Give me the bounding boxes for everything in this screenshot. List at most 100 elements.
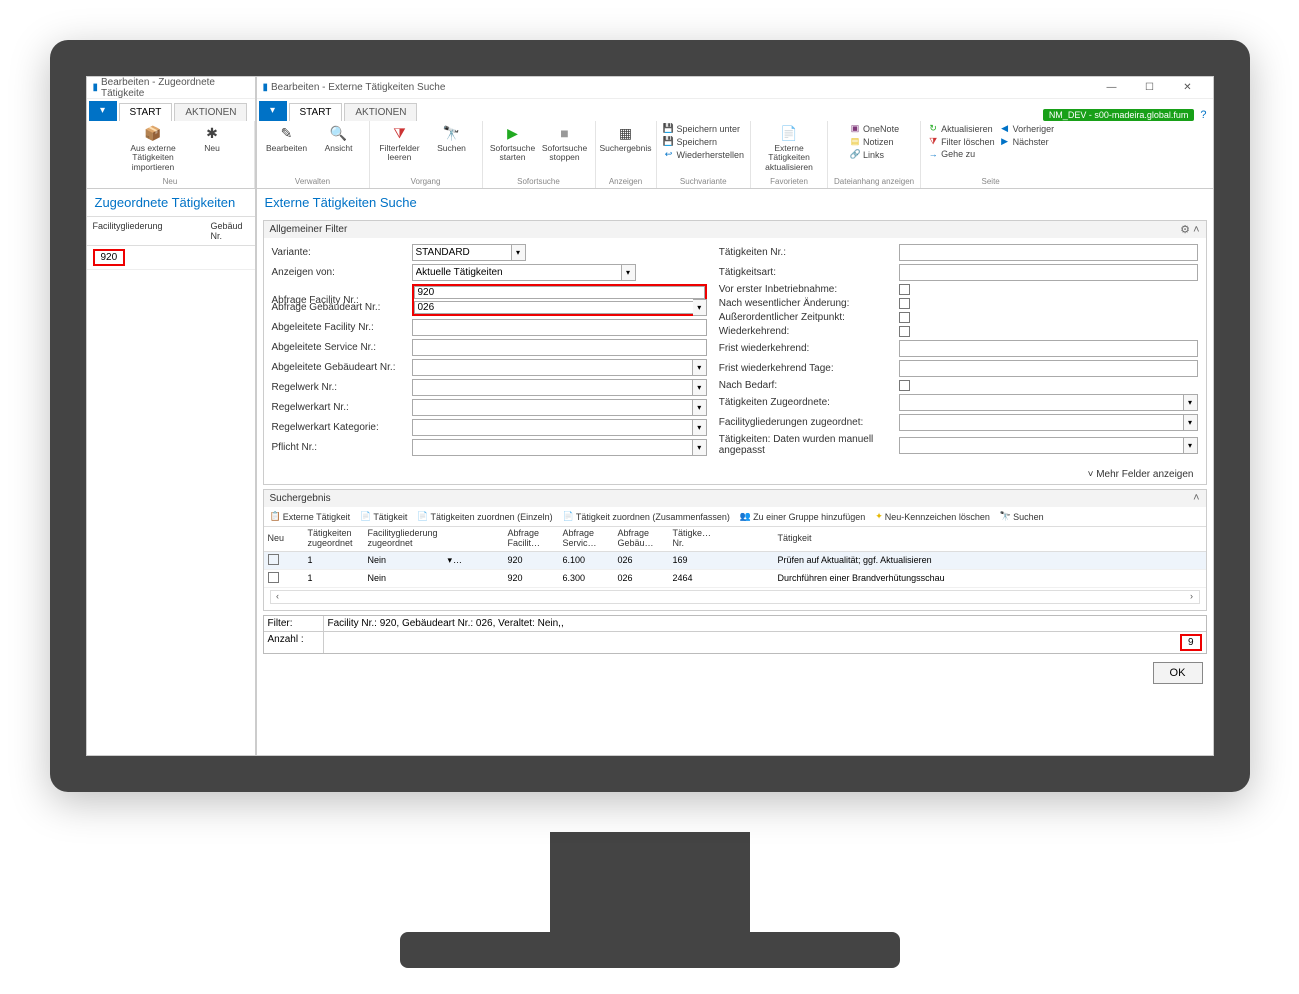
row-checkbox[interactable] (268, 572, 279, 583)
regelwerkart-kat-dropdown[interactable]: ▾ (693, 419, 707, 436)
view-button[interactable]: 🔍Ansicht (315, 123, 363, 153)
file-menu-right[interactable]: ▾ (259, 101, 287, 121)
save-as-button[interactable]: 💾Speichern unter (663, 123, 741, 134)
close-button[interactable]: ✕ (1169, 82, 1207, 93)
previous-button[interactable]: ◀Vorheriger (999, 123, 1055, 134)
add-to-group-button[interactable]: 👥Zu einer Gruppe hinzufügen (740, 511, 865, 522)
anzeigen-input[interactable] (412, 264, 622, 281)
goto-button[interactable]: →Gehe zu (927, 149, 975, 159)
abfrage-facility-input[interactable] (414, 286, 705, 299)
taetigkeit-button[interactable]: 📄Tätigkeit (360, 511, 407, 522)
regelwerk-input[interactable] (412, 379, 693, 396)
regelwerkart-input[interactable] (412, 399, 693, 416)
more-fields-toggle[interactable]: ˅ Mehr Felder anzeigen (264, 465, 1206, 484)
zugeordnete-input[interactable] (899, 394, 1184, 411)
collapse-result-icon[interactable]: ˄ (1193, 492, 1199, 504)
search-button[interactable]: 🔭Suchen (428, 123, 476, 153)
pflicht-dropdown[interactable]: ▾ (693, 439, 707, 456)
horizontal-scrollbar[interactable]: ‹ › (270, 590, 1200, 604)
filter-header: Allgemeiner Filter ⚙ ˄ (264, 221, 1206, 238)
tab-start-right[interactable]: START (289, 103, 343, 121)
gebaudeart-dropdown[interactable]: ▾ (693, 299, 707, 316)
refresh-activities-button[interactable]: 📄Externe Tätigkeiten aktualisieren (757, 123, 821, 172)
onenote-button[interactable]: ▣OneNote (849, 123, 899, 134)
maximize-button[interactable]: ☐ (1131, 82, 1169, 93)
ok-button[interactable]: OK (1153, 662, 1203, 684)
externe-taetigkeit-button[interactable]: 📋Externe Tätigkeit (270, 511, 351, 522)
quicksearch-start-button[interactable]: ▶Sofortsuche starten (489, 123, 537, 163)
taetigkeiten-nr-input[interactable] (899, 244, 1198, 261)
nach-wesentlicher-checkbox[interactable] (899, 298, 910, 309)
manuell-input[interactable] (899, 437, 1184, 454)
clipboard-icon: 📋 (270, 511, 281, 522)
zugeordnete-dropdown[interactable]: ▾ (1184, 394, 1198, 411)
pflicht-input[interactable] (412, 439, 693, 456)
scroll-left-icon[interactable]: ‹ (271, 591, 285, 603)
result-button[interactable]: ▦Suchergebnis (602, 123, 650, 153)
next-button[interactable]: ▶Nächster (999, 136, 1049, 147)
abg-gebaudeart-dropdown[interactable]: ▾ (693, 359, 707, 376)
cog-icon[interactable]: ⚙ (1180, 224, 1190, 236)
ausserordentlicher-checkbox[interactable] (899, 312, 910, 323)
links-button[interactable]: 🔗Links (849, 149, 884, 160)
frist-wiederkehrend-input[interactable] (899, 340, 1198, 357)
titlebar-left: ▮ Bearbeiten - Zugeordnete Tätigkeite (87, 77, 255, 99)
page-magnify-icon: 🔍 (329, 123, 349, 143)
save-icon: 💾 (663, 136, 675, 147)
assign-combined-button[interactable]: 📄Tätigkeit zuordnen (Zusammenfassen) (563, 511, 730, 522)
anzeigen-dropdown[interactable]: ▾ (622, 264, 636, 281)
abg-service-input[interactable] (412, 339, 707, 356)
facility-zugeordnet-dropdown[interactable]: ▾ (1184, 414, 1198, 431)
file-menu-left[interactable]: ▾ (89, 101, 117, 121)
result-search-button[interactable]: 🔭Suchen (1000, 511, 1044, 522)
col-gebaeude[interactable]: Gebäud Nr. (205, 217, 255, 245)
restore-button[interactable]: ↩Wiederherstellen (663, 149, 745, 160)
regelwerkart-kat-input[interactable] (412, 419, 693, 436)
collapse-icon[interactable]: ˄ (1193, 224, 1199, 236)
env-badge: NM_DEV - s00-madeira.global.fum (1043, 109, 1195, 121)
regelwerkart-dropdown[interactable]: ▾ (693, 399, 707, 416)
clear-filter-button[interactable]: ⧩Filter löschen (927, 136, 995, 147)
assign-single-button[interactable]: 📄Tätigkeiten zuordnen (Einzeln) (417, 511, 552, 522)
import-button[interactable]: 📦 Aus externe Tätigkeiten importieren (113, 123, 193, 172)
tab-aktionen-right[interactable]: AKTIONEN (344, 103, 417, 121)
tab-start-left[interactable]: START (119, 103, 173, 121)
nach-bedarf-checkbox[interactable] (899, 380, 910, 391)
table-row[interactable]: 1 Nein 920 6.300 026 2464 Durchführen ei… (264, 570, 1206, 588)
pencil-icon: ✎ (277, 123, 297, 143)
titlebar-right: ▮ Bearbeiten - Externe Tätigkeiten Suche… (257, 77, 1213, 99)
help-icon[interactable]: ? (1200, 109, 1206, 121)
abg-facility-input[interactable] (412, 319, 707, 336)
variante-dropdown[interactable]: ▾ (512, 244, 526, 261)
save-button[interactable]: 💾Speichern (663, 136, 718, 147)
abfrage-gebaudeart-input-hl[interactable] (414, 301, 705, 314)
refresh-doc-icon: 📄 (779, 123, 799, 143)
table-row[interactable]: 1 Nein ▾… 920 6.100 026 169 Prüfen auf A… (264, 552, 1206, 570)
variante-input[interactable] (412, 244, 512, 261)
col-facility[interactable]: Facilitygliederung (87, 217, 205, 245)
left-row-1[interactable]: 920 (87, 246, 255, 270)
vor-erster-checkbox[interactable] (899, 284, 910, 295)
notes-button[interactable]: ▤Notizen (849, 136, 894, 147)
wiederkehrend-checkbox[interactable] (899, 326, 910, 337)
quicksearch-stop-button[interactable]: ■Sofortsuche stoppen (541, 123, 589, 163)
regelwerk-dropdown[interactable]: ▾ (693, 379, 707, 396)
edit-button[interactable]: ✎Bearbeiten (263, 123, 311, 153)
tab-aktionen-left[interactable]: AKTIONEN (174, 103, 247, 121)
scroll-right-icon[interactable]: › (1185, 591, 1199, 603)
result-toolbar: 📋Externe Tätigkeit 📄Tätigkeit 📄Tätigkeit… (264, 507, 1206, 526)
page-icon: 📄 (360, 511, 371, 522)
manuell-dropdown[interactable]: ▾ (1184, 437, 1198, 454)
new-button[interactable]: ✱ Neu (197, 123, 227, 153)
taetigkeitsart-input[interactable] (899, 264, 1198, 281)
minimize-button[interactable]: — (1093, 82, 1131, 93)
facility-zugeordnet-input[interactable] (899, 414, 1184, 431)
grid-icon: ▦ (616, 123, 636, 143)
delete-new-flag-button[interactable]: ✦Neu-Kennzeichen löschen (875, 511, 990, 522)
clear-filters-button[interactable]: ⧩Filterfelder leeren (376, 123, 424, 163)
frist-tage-input[interactable] (899, 360, 1198, 377)
row-checkbox[interactable] (268, 554, 279, 565)
window-left: ▮ Bearbeiten - Zugeordnete Tätigkeite ▾ … (86, 76, 256, 756)
abg-gebaudeart-input[interactable] (412, 359, 693, 376)
refresh-button[interactable]: ↻Aktualisieren (927, 123, 993, 134)
